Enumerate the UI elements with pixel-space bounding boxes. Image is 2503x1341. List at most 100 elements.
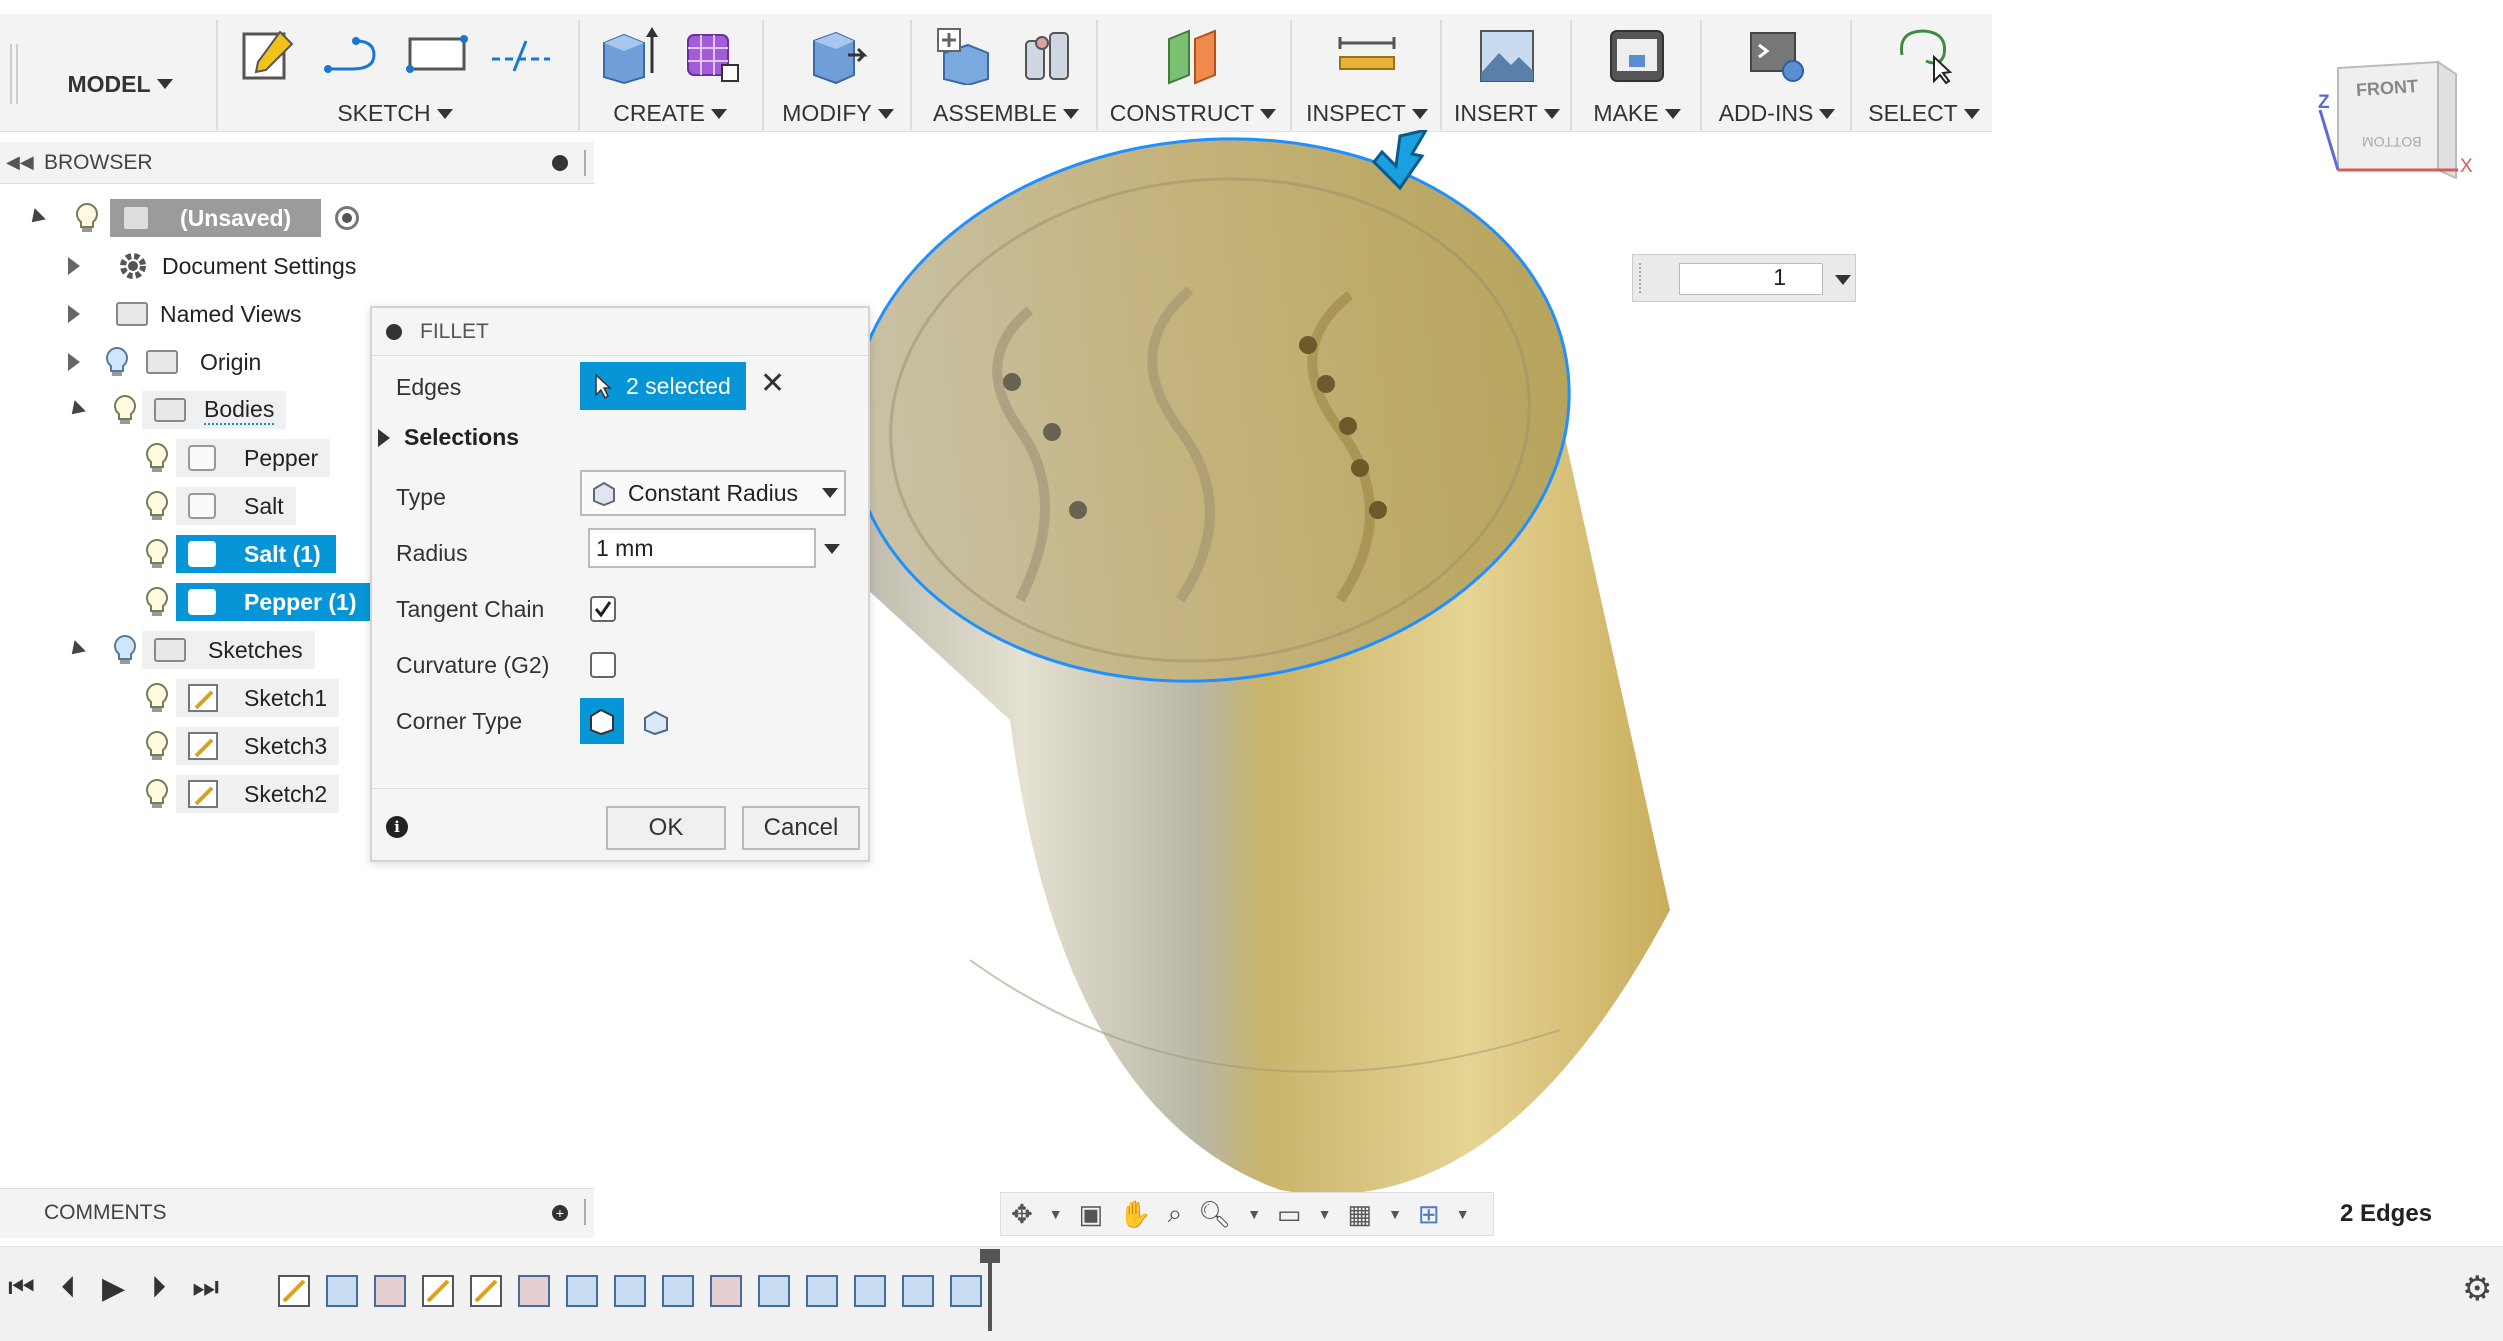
look-at-icon[interactable]: ▣ xyxy=(1079,1199,1104,1230)
timeline-combine-icon[interactable] xyxy=(806,1275,838,1307)
offset-plane-icon[interactable] xyxy=(1162,22,1224,88)
chevron-down-icon[interactable]: ▼ xyxy=(1318,1206,1332,1222)
3d-print-icon[interactable] xyxy=(1606,22,1668,88)
browser-item-body-salt[interactable]: Salt xyxy=(144,486,296,526)
expand-icon[interactable] xyxy=(68,353,80,371)
radius-input[interactable]: 1 mm xyxy=(588,528,816,568)
timeline-fillet-icon[interactable] xyxy=(518,1275,550,1307)
toolbar-group-make[interactable]: MAKE xyxy=(1576,14,1698,132)
pan-hand-icon[interactable]: ✋ xyxy=(1119,1199,1151,1230)
toolbar-group-add-ins[interactable]: ADD-INS xyxy=(1706,14,1848,132)
ok-button[interactable]: OK xyxy=(606,806,726,850)
timeline-extrude-icon[interactable] xyxy=(662,1275,694,1307)
chevron-down-icon[interactable]: ▼ xyxy=(1456,1206,1470,1222)
panel-grip[interactable] xyxy=(584,1199,587,1225)
toolbar-group-create[interactable]: CREATE xyxy=(584,14,756,132)
new-component-icon[interactable] xyxy=(933,22,995,88)
display-settings-icon[interactable]: ▭ xyxy=(1277,1199,1302,1230)
toolbar-group-insert[interactable]: INSERT xyxy=(1446,14,1568,132)
lightbulb-icon[interactable] xyxy=(104,345,130,379)
timeline-settings-gear-icon[interactable]: ⚙ xyxy=(2462,1269,2492,1309)
toolbar-group-inspect[interactable]: INSPECT xyxy=(1296,14,1438,132)
browser-item-document-settings[interactable]: Document Settings xyxy=(68,246,368,286)
workspace-switcher[interactable]: MODEL xyxy=(30,44,210,124)
fillet-header[interactable]: FILLET xyxy=(372,308,868,356)
panel-grip[interactable] xyxy=(584,150,587,176)
browser-item-origin[interactable]: Origin xyxy=(68,342,273,382)
radius-value-field[interactable]: 1 xyxy=(1679,263,1823,295)
measure-icon[interactable] xyxy=(1336,22,1398,88)
timeline-extrude-icon[interactable] xyxy=(854,1275,886,1307)
lightbulb-icon[interactable] xyxy=(144,777,170,811)
lightbulb-icon[interactable] xyxy=(144,489,170,523)
go-to-start-icon[interactable]: ⏮ xyxy=(8,1271,35,1306)
browser-item-sketch1[interactable]: Sketch1 xyxy=(144,678,340,718)
timeline-extrude-icon[interactable] xyxy=(902,1275,934,1307)
root-component-chip[interactable]: (Unsaved) xyxy=(110,199,322,237)
chevron-down-icon[interactable]: ▼ xyxy=(1388,1206,1402,1222)
chevron-down-icon[interactable]: ▼ xyxy=(1049,1206,1063,1222)
curvature-checkbox[interactable] xyxy=(590,652,616,678)
browser-item-sketches[interactable]: Sketches xyxy=(66,630,315,670)
toolbar-group-construct[interactable]: CONSTRUCT xyxy=(1102,14,1284,132)
model-canvas[interactable] xyxy=(860,130,1720,1200)
timeline-marker-handle[interactable] xyxy=(980,1249,1000,1263)
form-icon[interactable] xyxy=(681,22,743,88)
timeline-marker[interactable] xyxy=(988,1251,992,1331)
browser-root[interactable]: (Unsaved) xyxy=(26,198,360,238)
activate-radio-icon[interactable] xyxy=(335,206,360,230)
timeline-sketch-icon[interactable] xyxy=(422,1275,454,1307)
selections-expander[interactable]: Selections xyxy=(378,424,519,451)
joint-icon[interactable] xyxy=(1017,22,1079,88)
timeline-extrude-icon[interactable] xyxy=(614,1275,646,1307)
collapse-dialog-icon[interactable] xyxy=(386,323,402,340)
expand-icon[interactable] xyxy=(26,208,46,228)
viewports-icon[interactable]: ⊞ xyxy=(1418,1199,1440,1230)
timeline-extrude-icon[interactable] xyxy=(566,1275,598,1307)
create-sketch-icon[interactable] xyxy=(238,22,300,88)
radius-manipulator-input[interactable]: 1 xyxy=(1632,254,1856,302)
browser-item-named-views[interactable]: Named Views xyxy=(68,294,313,334)
toolbar-group-sketch[interactable]: SKETCH xyxy=(222,14,568,132)
zoom-icon[interactable]: 🔍︎ xyxy=(1198,1199,1231,1230)
timeline-fillet-icon[interactable] xyxy=(374,1275,406,1307)
grid-settings-icon[interactable]: ▦ xyxy=(1347,1199,1372,1230)
lightbulb-icon[interactable] xyxy=(144,441,170,475)
toolbar-group-assemble[interactable]: ASSEMBLE xyxy=(916,14,1096,132)
lightbulb-icon[interactable] xyxy=(144,729,170,763)
add-comment-icon[interactable]: + xyxy=(552,1205,568,1221)
arc-icon[interactable] xyxy=(322,22,384,88)
expand-icon[interactable] xyxy=(68,257,80,275)
timeline-extrude-icon[interactable] xyxy=(950,1275,982,1307)
insert-image-icon[interactable] xyxy=(1476,22,1538,88)
expand-icon[interactable] xyxy=(68,305,80,323)
type-select[interactable]: Constant Radius xyxy=(580,470,846,516)
zoom-window-icon[interactable]: ⌕ xyxy=(1168,1198,1183,1230)
browser-item-body-pepper-1[interactable]: Pepper (1) xyxy=(144,582,402,622)
lightbulb-icon[interactable] xyxy=(112,633,138,667)
go-to-end-icon[interactable]: ⏭ xyxy=(192,1271,219,1306)
browser-item-sketch2[interactable]: Sketch2 xyxy=(144,774,340,814)
tangent-chain-checkbox[interactable] xyxy=(590,596,616,622)
step-forward-icon[interactable]: ⏵ xyxy=(151,1271,166,1306)
chevron-down-icon[interactable] xyxy=(1835,275,1851,285)
select-lasso-icon[interactable] xyxy=(1893,22,1955,88)
construction-line-icon[interactable] xyxy=(490,22,552,88)
info-icon[interactable]: i xyxy=(386,816,408,838)
corner-type-rolling-ball-button[interactable] xyxy=(580,698,624,744)
rectangle-icon[interactable] xyxy=(406,22,468,88)
toolbar-group-modify[interactable]: MODIFY xyxy=(768,14,908,132)
lightbulb-icon[interactable] xyxy=(112,393,138,427)
toolbar-grip[interactable] xyxy=(10,44,18,104)
timeline-extrude-icon[interactable] xyxy=(326,1275,358,1307)
lightbulb-icon[interactable] xyxy=(144,585,170,619)
minimize-panel-icon[interactable] xyxy=(552,155,568,171)
lightbulb-icon[interactable] xyxy=(144,537,170,571)
timeline-sketch-icon[interactable] xyxy=(278,1275,310,1307)
timeline-sketch-icon[interactable] xyxy=(470,1275,502,1307)
step-back-icon[interactable]: ⏴ xyxy=(61,1271,76,1306)
timeline-combine-icon[interactable] xyxy=(758,1275,790,1307)
comments-panel[interactable]: COMMENTS + xyxy=(0,1188,594,1238)
browser-item-body-pepper[interactable]: Pepper xyxy=(144,438,331,478)
scripts-icon[interactable] xyxy=(1746,22,1808,88)
